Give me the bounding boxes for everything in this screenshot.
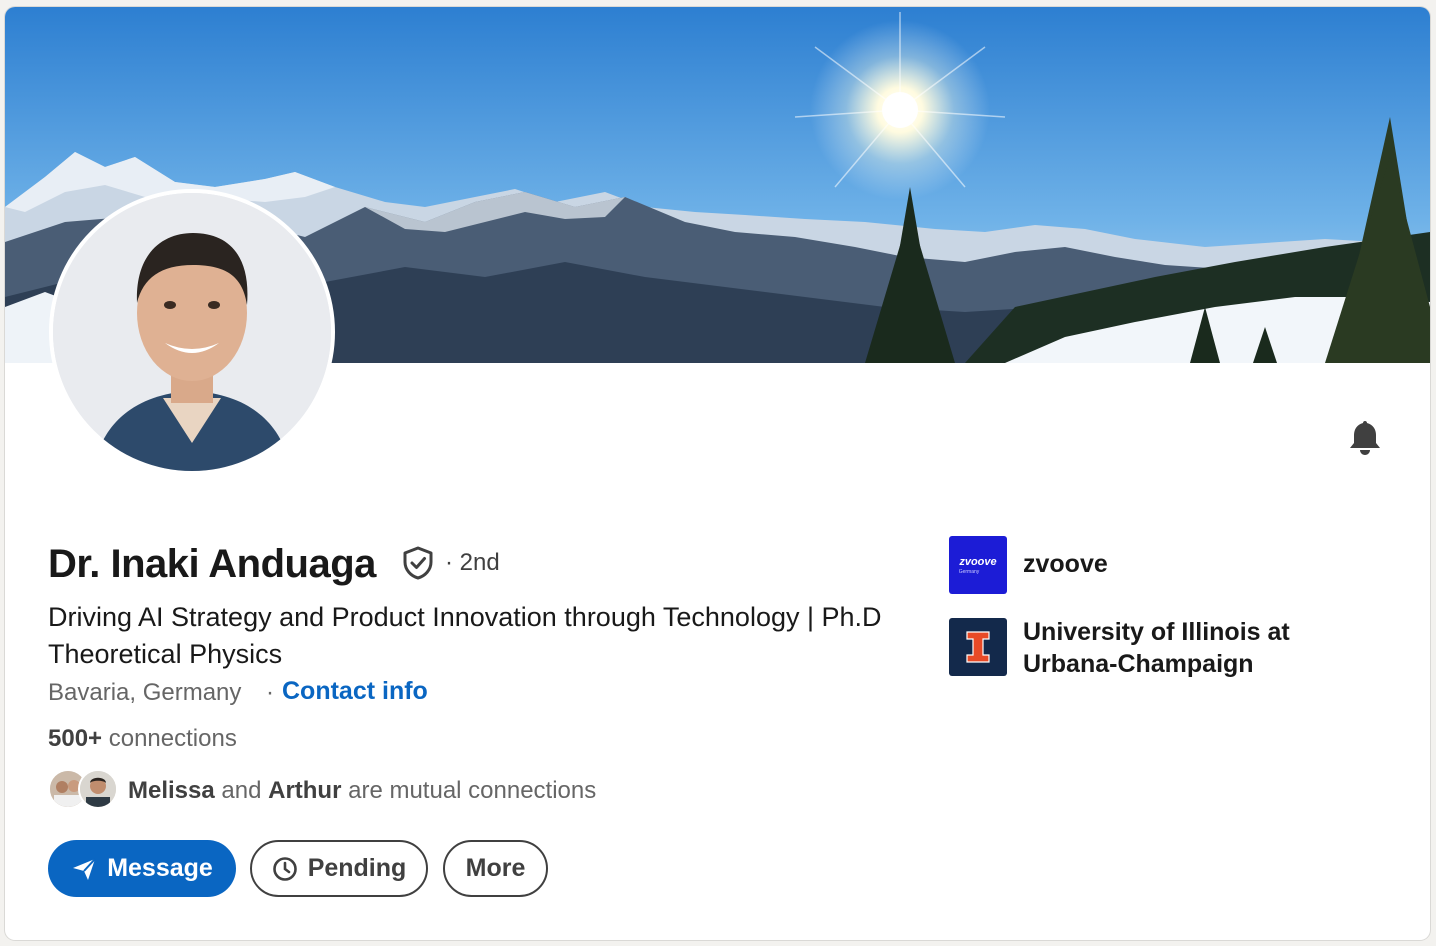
connections-count[interactable]: 500+ connections — [48, 725, 237, 753]
org-name-zvoove: zvoove — [1023, 550, 1108, 578]
connections-label: connections — [108, 725, 237, 752]
bell-icon[interactable] — [1345, 417, 1385, 457]
zvoove-logo: zvoove Germany — [949, 536, 1007, 594]
profile-location: Bavaria, Germany — [48, 679, 242, 706]
profile-photo[interactable] — [49, 189, 335, 475]
message-label: Message — [107, 854, 213, 882]
avatar — [78, 769, 118, 809]
zvoove-logo-sub: Germany — [959, 569, 980, 575]
message-button[interactable]: Message — [48, 840, 236, 897]
verified-shield-icon[interactable] — [400, 545, 436, 581]
pending-label: Pending — [307, 854, 407, 882]
profile-name: Dr. Inaki Anduaga — [48, 542, 376, 586]
connection-degree: · 2nd — [445, 549, 500, 576]
org-name-university: University of Illinois at Urbana-Champai… — [1023, 618, 1290, 678]
profile-card: Dr. Inaki Anduaga · 2nd Driving AI Strat… — [5, 7, 1430, 940]
separator-dot: · — [266, 679, 274, 706]
mutual-avatars[interactable] — [48, 769, 128, 811]
mutual-and: and — [221, 777, 262, 804]
more-button[interactable]: More — [443, 840, 548, 897]
mutual-connections-text[interactable]: Melissa and Arthur are mutual connection… — [128, 777, 596, 805]
more-label: More — [465, 854, 526, 882]
university-logo — [949, 618, 1007, 676]
mutual-suffix: are mutual connections — [348, 777, 597, 804]
send-icon — [73, 857, 96, 880]
clock-icon — [272, 856, 297, 881]
profile-headline: Driving AI Strategy and Product Innovati… — [48, 602, 882, 669]
pending-button[interactable]: Pending — [250, 840, 428, 897]
mutual-name-2: Arthur — [268, 777, 342, 804]
connections-number: 500+ — [48, 725, 103, 752]
org-item-university[interactable]: University of Illinois at Urbana-Champai… — [949, 618, 1323, 680]
zvoove-logo-text: zvoove — [958, 556, 996, 568]
contact-info-link[interactable]: Contact info — [282, 677, 428, 706]
mutual-name-1: Melissa — [128, 777, 215, 804]
org-item-zvoove[interactable]: zvoove Germany zvoove — [949, 536, 1323, 594]
